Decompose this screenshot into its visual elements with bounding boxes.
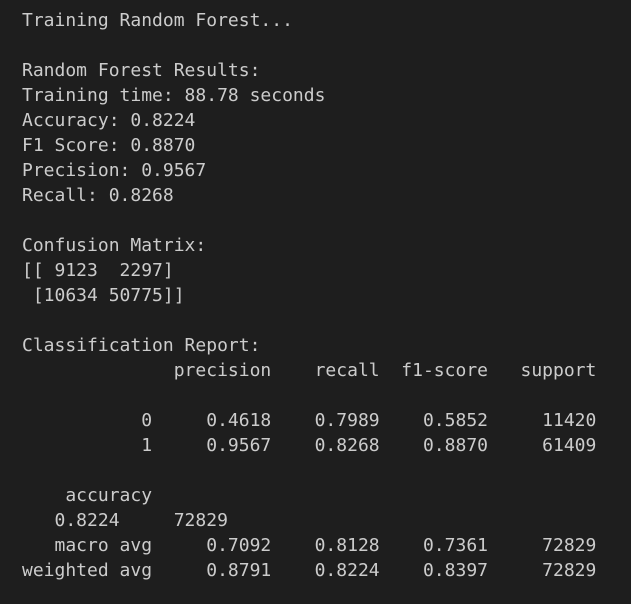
output-line-report-class-0: 0 0.4618 0.7989 0.5852 11420 [22,410,597,431]
output-line-report-header: precision recall f1-score support [22,360,597,381]
output-line-blank [22,308,631,333]
output-line-confusion-row-0: [[ 9123 2297] [22,260,174,281]
output-line-report-accuracy-values: 0.8224 72829 [22,510,228,531]
output-line-report-heading: Classification Report: [22,335,261,356]
output-line-report-class-1: 1 0.9567 0.8268 0.8870 61409 [22,435,597,456]
output-line-accuracy: Accuracy: 0.8224 [22,110,196,131]
output-line-blank [22,383,631,408]
output-line-results-heading: Random Forest Results: [22,60,261,81]
output-line-report-weighted-avg: weighted avg 0.8791 0.8224 0.8397 72829 [22,560,597,581]
output-line-precision: Precision: 0.9567 [22,160,207,181]
output-line-confusion-heading: Confusion Matrix: [22,235,207,256]
output-line-blank [22,208,631,233]
terminal-output: Training Random Forest... Random Forest … [0,0,631,604]
output-line-training-time: Training time: 88.78 seconds [22,85,326,106]
output-line-f1-score: F1 Score: 0.8870 [22,135,196,156]
output-line-blank [22,33,631,58]
output-line-confusion-row-1: [10634 50775]] [22,285,185,306]
output-line-report-accuracy-label: accuracy [22,485,153,506]
output-line-blank [22,458,631,483]
output-line-report-macro-avg: macro avg 0.7092 0.8128 0.7361 72829 [22,535,597,556]
output-line-recall: Recall: 0.8268 [22,185,174,206]
output-line-training-status: Training Random Forest... [22,10,293,31]
